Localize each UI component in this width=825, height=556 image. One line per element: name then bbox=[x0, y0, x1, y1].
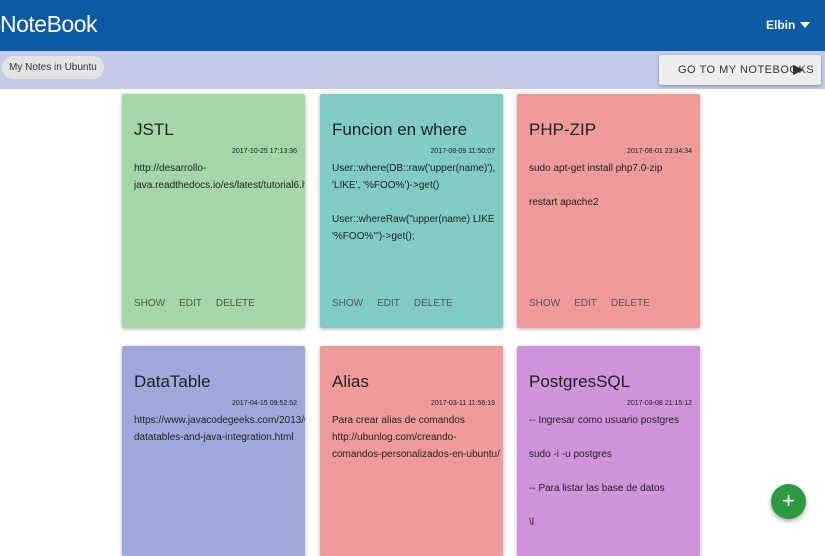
note-card[interactable]: JSTL 2017-10-25 17:13:36 http://desarrollo… bbox=[122, 94, 305, 328]
note-body: sudo apt-get install php7.0-zip restart … bbox=[529, 163, 663, 208]
note-title: PHP-ZIP bbox=[529, 120, 597, 139]
note-date: 2017-03-11 11:56:19 bbox=[431, 400, 495, 407]
edit-button[interactable]: EDIT bbox=[179, 298, 202, 309]
note-body: -- Ingresar como usuario postgres sudo -… bbox=[529, 415, 680, 528]
note-body: Para crear alias de comandos http://ubun… bbox=[332, 415, 500, 460]
app-header: NoteBook Elbin bbox=[0, 0, 825, 51]
app-title[interactable]: NoteBook bbox=[0, 11, 98, 38]
notebook-chip[interactable]: My Notes in Ubuntu bbox=[2, 56, 104, 79]
note-card[interactable]: Alias 2017-03-11 11:56:19 Para crear alias… bbox=[320, 346, 503, 556]
note-title: DataTable bbox=[134, 372, 211, 391]
show-button[interactable]: SHOW bbox=[332, 298, 363, 309]
note-title: JSTL bbox=[134, 120, 174, 139]
note-date: 2017-04-15 09:52:52 bbox=[232, 400, 297, 407]
go-to-notebooks-button[interactable]: GO TO MY NOTEBOOKS bbox=[659, 55, 821, 85]
note-body: User::where(DB::raw('upper(name)'), 'LIK… bbox=[332, 163, 496, 242]
delete-button[interactable]: DELETE bbox=[611, 298, 650, 309]
note-title: Funcion en where bbox=[332, 120, 468, 139]
show-button[interactable]: SHOW bbox=[529, 298, 560, 309]
delete-button[interactable]: DELETE bbox=[414, 298, 453, 309]
note-date: 2017-08-09 11:50:07 bbox=[430, 148, 495, 155]
edit-button[interactable]: EDIT bbox=[574, 298, 597, 309]
plus-icon: + bbox=[782, 488, 795, 513]
show-button[interactable]: SHOW bbox=[134, 298, 165, 309]
note-date: 2017-10-25 17:13:36 bbox=[232, 148, 297, 155]
note-date: 2017-08-01 23:34:34 bbox=[627, 148, 692, 155]
send-icon bbox=[793, 65, 804, 75]
notebook-bar: My Notes in Ubuntu GO TO MY NOTEBOOKS bbox=[0, 51, 825, 89]
note-card[interactable]: DataTable 2017-04-15 09:52:52 https://www.… bbox=[122, 346, 305, 556]
delete-button[interactable]: DELETE bbox=[216, 298, 255, 309]
user-name[interactable]: Elbin bbox=[766, 18, 795, 32]
edit-button[interactable]: EDIT bbox=[377, 298, 400, 309]
note-actions: SHOW EDIT DELETE bbox=[529, 298, 664, 309]
note-date: 2017-03-08 21:15:12 bbox=[627, 400, 692, 407]
note-body: http://desarrollo- java.readthedocs.io/e… bbox=[134, 163, 305, 191]
note-title: Alias bbox=[332, 372, 369, 391]
add-note-button[interactable]: + bbox=[771, 484, 806, 519]
note-card[interactable]: PHP-ZIP 2017-08-01 23:34:34 sudo apt-get i… bbox=[517, 94, 700, 328]
note-body: https://www.javacodegeeks.com/2013/02 da… bbox=[134, 415, 305, 443]
note-card[interactable]: Funcion en where 2017-08-09 11:50:07 User:… bbox=[320, 94, 503, 328]
note-actions: SHOW EDIT DELETE bbox=[332, 298, 467, 309]
note-title: PostgresSQL bbox=[529, 372, 631, 391]
caret-down-icon[interactable] bbox=[800, 22, 810, 28]
note-actions: SHOW EDIT DELETE bbox=[134, 298, 269, 309]
note-card[interactable]: PostgresSQL 2017-03-08 21:15:12 -- Ingresa… bbox=[517, 346, 700, 556]
